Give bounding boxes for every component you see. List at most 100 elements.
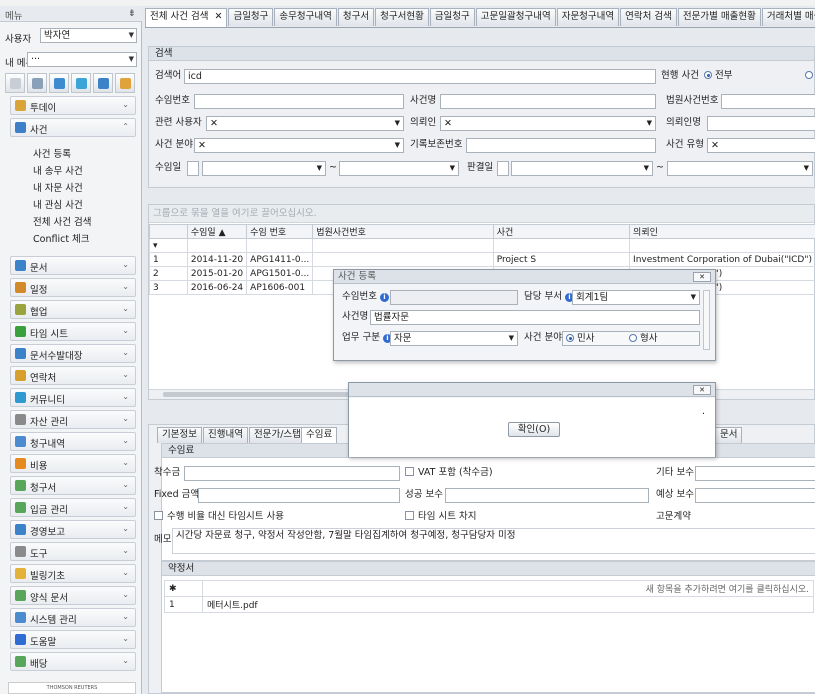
tab-6[interactable]: 고문일괄청구내역 xyxy=(475,8,556,26)
column-header[interactable]: 수임일 ▲ xyxy=(186,224,248,239)
ok-button[interactable]: 확인(O) xyxy=(508,422,560,437)
received-date-from[interactable]: ▼ xyxy=(202,161,326,176)
column-header[interactable]: 수임 번호 xyxy=(246,224,314,239)
other-fee-input[interactable] xyxy=(695,466,815,481)
clear-icon[interactable]: ✕ xyxy=(711,140,719,151)
retainer-input[interactable] xyxy=(184,466,400,481)
civil-radio[interactable]: 민사 xyxy=(566,333,594,344)
close-icon[interactable]: ✕ xyxy=(693,385,711,395)
tab-1[interactable]: 금일청구 xyxy=(228,8,274,26)
tab-5[interactable]: 금일청구 xyxy=(429,8,475,26)
case-submenu-item[interactable]: Conflict 체크 xyxy=(33,231,90,245)
case-submenu-item[interactable]: 내 자문 사건 xyxy=(33,180,83,194)
nav-item-12[interactable]: 청구서 ⌄ xyxy=(10,476,136,495)
nav-item-20[interactable]: 배당 ⌄ xyxy=(10,652,136,671)
nav-item-5[interactable]: 타임 시트 ⌄ xyxy=(10,322,136,341)
closed-date-to[interactable]: ▼ xyxy=(667,161,813,176)
case-submenu-item[interactable]: 내 관심 사건 xyxy=(33,197,83,211)
dlg-case-name-input[interactable]: 법률자문 xyxy=(370,310,700,325)
case-name-input[interactable] xyxy=(440,94,656,109)
scroll-thumb[interactable] xyxy=(163,392,353,397)
tab-3[interactable]: 청구서 xyxy=(337,8,375,26)
tab-4[interactable]: 청구서현황 xyxy=(375,8,429,26)
search-icon[interactable] xyxy=(27,73,47,93)
user-select[interactable]: 박자연 ▼ xyxy=(40,28,137,43)
clear-icon[interactable]: ✕ xyxy=(444,118,452,129)
tab-documents[interactable]: 문서 xyxy=(715,427,743,443)
nav-item-13[interactable]: 입금 관리 ⌄ xyxy=(10,498,136,517)
nav-item-0[interactable]: 투데이 ⌄ xyxy=(10,96,136,115)
nav-item-9[interactable]: 자산 관리 ⌄ xyxy=(10,410,136,429)
tab-7[interactable]: 자문청구내역 xyxy=(556,8,620,26)
nav-item-3[interactable]: 일정 ⌄ xyxy=(10,278,136,297)
tab-8[interactable]: 연락처 검색 xyxy=(620,8,677,26)
close-icon[interactable]: ✕ xyxy=(214,11,222,22)
closed-date-from[interactable]: ▼ xyxy=(511,161,653,176)
case-submenu-item[interactable]: 전체 사건 검색 xyxy=(33,214,91,228)
status-all-radio[interactable]: 전부 xyxy=(704,69,732,84)
nav-item-19[interactable]: 도움말 ⌄ xyxy=(10,630,136,649)
nav-item-18[interactable]: 시스템 관리 ⌄ xyxy=(10,608,136,627)
received-no-input[interactable] xyxy=(194,94,404,109)
criminal-radio[interactable]: 형사 xyxy=(629,332,657,345)
timesheet-rate-checkbox[interactable]: 수행 비율 대신 타임시트 사용 xyxy=(154,510,284,525)
detail-tab-0[interactable]: 기본정보 xyxy=(157,427,202,443)
closed-date-checkbox[interactable] xyxy=(497,161,509,176)
nav-item-8[interactable]: 커뮤니티 ⌄ xyxy=(10,388,136,407)
nav-item-6[interactable]: 문서수발대장 ⌄ xyxy=(10,344,136,363)
case-field-select[interactable]: ✕ ▼ xyxy=(194,138,404,153)
memo-textarea[interactable]: 시간당 자문료 청구, 약정서 작성안함, 7월말 타임집계하여 청구예정, 청… xyxy=(172,528,815,554)
add-row-hint[interactable]: 새 항목을 추가하려면 여기를 클릭하십시오. xyxy=(202,580,814,597)
client-select[interactable]: ✕ ▼ xyxy=(440,116,656,131)
detail-tab-1[interactable]: 진행내역 xyxy=(203,427,248,443)
table-row[interactable]: 1 메터시트.pdf xyxy=(164,596,814,613)
new-row[interactable]: ✱ 새 항목을 추가하려면 여기를 클릭하십시오. xyxy=(164,580,814,597)
column-header[interactable]: 사건 xyxy=(492,224,631,239)
check-icon[interactable] xyxy=(115,73,135,93)
received-date-checkbox[interactable] xyxy=(187,161,199,176)
success-fee-input[interactable] xyxy=(445,488,649,503)
case-submenu-item[interactable]: 내 송무 사건 xyxy=(33,163,83,177)
nav-item-7[interactable]: 연락처 ⌄ xyxy=(10,366,136,385)
clear-icon[interactable]: ✕ xyxy=(210,118,218,129)
nav-item-11[interactable]: 비용 ⌄ xyxy=(10,454,136,473)
client-contact-input[interactable] xyxy=(707,116,815,131)
mymenu-select[interactable]: ··· ▼ xyxy=(27,52,137,67)
tab-2[interactable]: 송무청구내역 xyxy=(274,8,337,26)
nav-item-15[interactable]: 도구 ⌄ xyxy=(10,542,136,561)
dialog-scrollbar[interactable] xyxy=(703,290,710,350)
table-row[interactable]: 1 2014-11-20 APG1411-0... Project S Investme… xyxy=(149,252,815,267)
nav-item-1[interactable]: 사건 ⌃ xyxy=(10,118,136,137)
related-user-select[interactable]: ✕ ▼ xyxy=(206,116,404,131)
nav-item-17[interactable]: 양식 문서 ⌄ xyxy=(10,586,136,605)
dlg-received-no-input[interactable] xyxy=(390,290,518,305)
nav-item-14[interactable]: 경영보고 ⌄ xyxy=(10,520,136,539)
pin-icon[interactable]: ⇟ xyxy=(128,8,136,19)
close-icon[interactable]: ✕ xyxy=(693,272,711,282)
case-icon[interactable] xyxy=(49,73,69,93)
column-header[interactable]: 의뢰인 xyxy=(629,224,815,239)
tab-0[interactable]: 전체 사건 검색 ✕ xyxy=(145,8,228,27)
fixed-input[interactable] xyxy=(198,488,400,503)
home-icon[interactable] xyxy=(5,73,25,93)
nav-item-2[interactable]: 문서 ⌄ xyxy=(10,256,136,275)
expected-fee-input[interactable] xyxy=(695,488,815,503)
dlg-dept-select[interactable]: 회계1팀 ▼ xyxy=(572,290,700,305)
filter-row[interactable]: ▾ xyxy=(149,238,815,253)
nav-item-10[interactable]: 청구내역 ⌄ xyxy=(10,432,136,451)
column-header[interactable]: 법원사건번호 xyxy=(312,224,494,239)
cell-file[interactable]: 메터시트.pdf xyxy=(202,596,814,613)
tab-10[interactable]: 거래처별 매출 xyxy=(761,8,815,26)
record-no-input[interactable] xyxy=(466,138,656,153)
detail-tab-3[interactable]: 수임료 xyxy=(301,427,338,443)
favorite-icon[interactable] xyxy=(71,73,91,93)
timesheet-charge-checkbox[interactable]: 타임 시트 차지 xyxy=(405,510,476,525)
case-type-select[interactable]: ✕ xyxy=(707,138,815,153)
document-icon[interactable] xyxy=(93,73,113,93)
clear-icon[interactable]: ✕ xyxy=(198,140,206,151)
received-date-to[interactable]: ▼ xyxy=(339,161,459,176)
status-other-radio[interactable] xyxy=(805,69,815,84)
nav-item-16[interactable]: 빌링기초 ⌄ xyxy=(10,564,136,583)
detail-tab-2[interactable]: 전문가/스탭 xyxy=(249,427,306,443)
tab-9[interactable]: 전문가별 매출현황 xyxy=(677,8,761,26)
